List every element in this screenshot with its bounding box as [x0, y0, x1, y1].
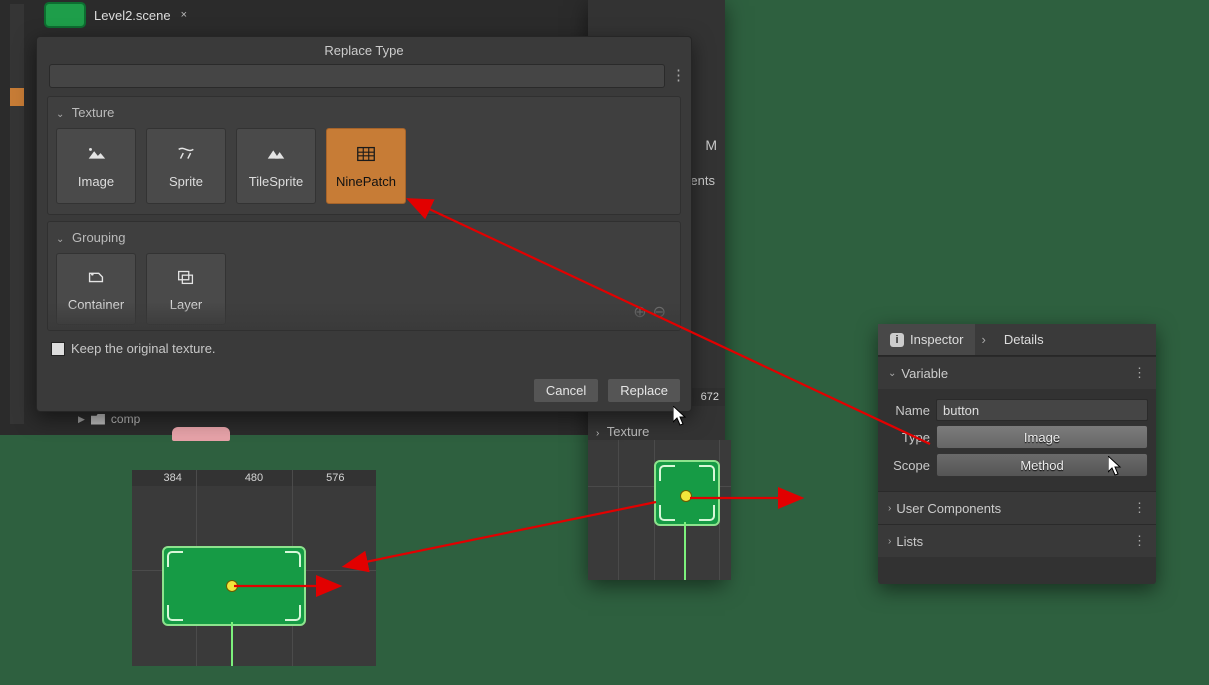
chevron-down-icon: ⌄ — [888, 368, 896, 379]
chevron-down-icon: ⌄ — [56, 234, 64, 245]
chevron-right-icon: › — [888, 536, 891, 547]
canvas-small-preview — [624, 440, 731, 580]
container-icon — [85, 267, 107, 287]
replace-button[interactable]: Replace — [607, 378, 681, 403]
inspector-user-components-section: › User Components — [878, 491, 1156, 524]
ninepatch-icon — [355, 144, 377, 164]
editor-tab[interactable]: Level2.scene × — [44, 0, 187, 30]
type-card-label: Image — [78, 174, 114, 189]
field-label-scope: Scope — [886, 458, 930, 473]
keep-texture-label: Keep the original texture. — [71, 341, 216, 356]
ruler-tick: 672 — [701, 391, 719, 403]
chevron-right-icon: › — [596, 428, 599, 439]
pink-asset-chip — [172, 427, 230, 441]
ruler-tick: 384 — [163, 472, 181, 484]
chevron-right-icon: › — [888, 503, 891, 514]
scene-file-icon — [44, 2, 86, 28]
section-menu-icon[interactable] — [1133, 500, 1146, 516]
checkbox-icon[interactable] — [51, 342, 65, 356]
canvas-large-preview: 384 480 576 — [132, 470, 376, 666]
type-value: Image — [1024, 430, 1060, 445]
cancel-button[interactable]: Cancel — [533, 378, 599, 403]
inspector-lists-section: › Lists — [878, 524, 1156, 557]
grouping-section-toggle[interactable]: ⌄ Grouping — [56, 228, 672, 253]
folder-icon — [91, 414, 105, 425]
section-menu-icon[interactable] — [1133, 365, 1146, 381]
texture-section: ⌄ Texture Image Sprite TileSprite — [47, 96, 681, 215]
tree-expand-icon[interactable]: ▶ — [78, 414, 85, 425]
tab-label: Details — [1004, 332, 1044, 347]
dialog-menu-icon[interactable] — [671, 73, 681, 79]
ruler-tick: 576 — [326, 472, 344, 484]
texture-section-label: Texture — [607, 424, 650, 439]
tree-row-comp[interactable]: ▶ comp — [78, 412, 140, 426]
texture-section-label: Texture — [72, 105, 115, 120]
info-icon: i — [890, 333, 904, 347]
type-card-label: Sprite — [169, 174, 203, 189]
scope-value: Method — [1020, 458, 1063, 473]
canvas-ruler: 384 480 576 — [132, 470, 376, 486]
inspector-lists-toggle[interactable]: › Lists — [878, 525, 1156, 557]
tab-filename: Level2.scene — [90, 4, 175, 27]
replace-type-dialog: Replace Type ⌄ Texture Image Sprite — [36, 36, 692, 412]
breadcrumb-chevron-icon: › — [981, 332, 985, 347]
ruler-tick: 480 — [245, 472, 263, 484]
type-card-label: NinePatch — [336, 174, 396, 189]
tab-details[interactable]: Details — [992, 324, 1056, 355]
name-input[interactable]: button — [936, 399, 1148, 421]
type-dropdown[interactable]: Image — [936, 425, 1148, 449]
section-label: User Components — [896, 501, 1001, 516]
type-card-ninepatch[interactable]: NinePatch — [326, 128, 406, 204]
inspector-panel: i Inspector › Details ⌄ Variable Name but… — [878, 324, 1156, 584]
chevron-down-icon: ⌄ — [56, 109, 64, 120]
grouping-section: ⌄ Grouping Container Layer ⊕⊖ — [47, 221, 681, 331]
tab-close-icon[interactable]: × — [179, 9, 187, 21]
grouping-section-label: Grouping — [72, 230, 125, 245]
type-card-sprite[interactable]: Sprite — [146, 128, 226, 204]
section-menu-icon[interactable] — [1133, 533, 1146, 549]
image-icon — [85, 144, 107, 164]
stem-line — [684, 522, 686, 580]
tab-label: Inspector — [910, 332, 963, 347]
field-label-name: Name — [886, 403, 930, 418]
section-label: Lists — [896, 534, 923, 549]
section-label: Variable — [901, 366, 948, 381]
type-card-tilesprite[interactable]: TileSprite — [236, 128, 316, 204]
layer-icon — [175, 267, 197, 287]
dialog-search-input[interactable] — [49, 64, 665, 88]
tree-folder-label: comp — [111, 412, 140, 426]
sprite-icon — [175, 144, 197, 164]
inspector-variable-toggle[interactable]: ⌄ Variable — [878, 357, 1156, 389]
tab-inspector[interactable]: i Inspector — [878, 324, 975, 355]
field-label-type: Type — [886, 430, 930, 445]
dialog-title: Replace Type — [37, 37, 691, 62]
stem-line — [231, 622, 233, 666]
keep-texture-checkbox[interactable]: Keep the original texture. — [37, 337, 691, 356]
name-input-value: button — [943, 403, 979, 418]
inspector-tabbar: i Inspector › Details — [878, 324, 1156, 356]
anchor-handle[interactable] — [226, 580, 238, 592]
type-card-image[interactable]: Image — [56, 128, 136, 204]
inspector-variable-section: ⌄ Variable Name button Type Image Scope M… — [878, 356, 1156, 491]
gutter-highlight — [10, 88, 24, 106]
editor-gutter — [10, 4, 24, 424]
texture-section-toggle[interactable]: ⌄ Texture — [56, 103, 672, 128]
scope-dropdown[interactable]: Method — [936, 453, 1148, 477]
tilesprite-icon — [265, 144, 287, 164]
type-card-label: TileSprite — [249, 174, 303, 189]
inspector-user-components-toggle[interactable]: › User Components — [878, 492, 1156, 524]
anchor-handle[interactable] — [680, 490, 692, 502]
